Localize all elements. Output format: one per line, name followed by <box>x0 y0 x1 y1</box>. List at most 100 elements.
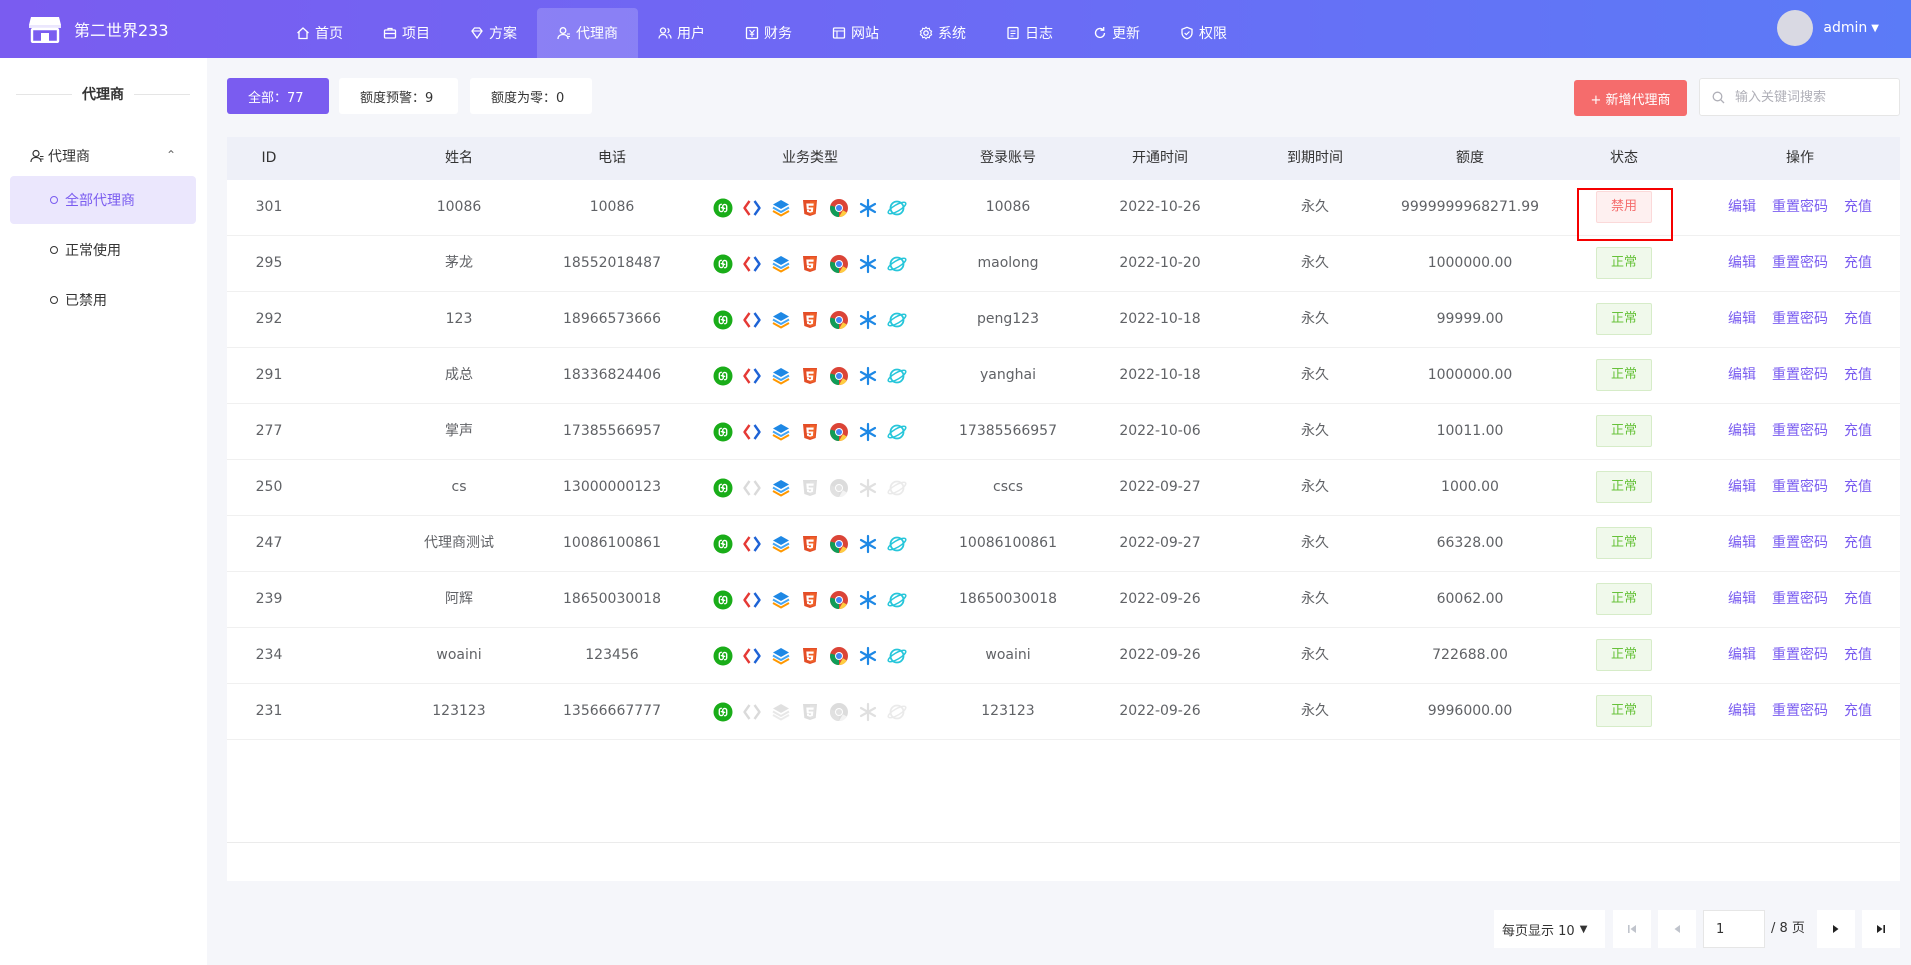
username[interactable]: admin <box>1823 20 1867 36</box>
status-badge[interactable]: 正常 <box>1596 415 1652 447</box>
mini-program-icon[interactable] <box>713 478 733 498</box>
edit-link[interactable]: 编辑 <box>1728 311 1756 327</box>
asterisk-icon[interactable] <box>858 422 878 442</box>
sidebar-item-all-agents[interactable]: 全部代理商 <box>10 176 196 224</box>
reset-password-link[interactable]: 重置密码 <box>1772 703 1828 719</box>
chrome-icon[interactable] <box>829 254 849 274</box>
asterisk-icon[interactable] <box>858 198 878 218</box>
layers-icon[interactable] <box>771 310 791 330</box>
mini-program-icon[interactable] <box>713 646 733 666</box>
page-number-input[interactable] <box>1703 910 1765 948</box>
recharge-link[interactable]: 充值 <box>1844 255 1872 271</box>
nav-item-7[interactable]: 系统 <box>899 8 986 58</box>
status-badge[interactable]: 正常 <box>1596 471 1652 503</box>
filter-quota-warning[interactable]: 额度预警：9 <box>339 78 458 114</box>
layers-icon[interactable] <box>771 590 791 610</box>
chrome-icon[interactable] <box>829 422 849 442</box>
layers-icon[interactable] <box>771 534 791 554</box>
planet-icon[interactable] <box>887 534 907 554</box>
status-badge[interactable]: 禁用 <box>1596 191 1652 223</box>
edit-link[interactable]: 编辑 <box>1728 423 1756 439</box>
sidebar-group-agents[interactable]: 代理商 ⌃ <box>10 138 196 174</box>
nav-item-2[interactable]: 方案 <box>450 8 537 58</box>
recharge-link[interactable]: 充值 <box>1844 199 1872 215</box>
html5-icon[interactable] <box>800 310 820 330</box>
asterisk-icon[interactable] <box>858 590 878 610</box>
mini-program-icon[interactable] <box>713 310 733 330</box>
edit-link[interactable]: 编辑 <box>1728 647 1756 663</box>
last-page-button[interactable] <box>1862 910 1900 948</box>
mini-program-icon[interactable] <box>713 198 733 218</box>
edit-link[interactable]: 编辑 <box>1728 199 1756 215</box>
edit-link[interactable]: 编辑 <box>1728 255 1756 271</box>
filter-quota-zero[interactable]: 额度为零：0 <box>470 78 592 114</box>
planet-icon[interactable] <box>887 310 907 330</box>
asterisk-icon[interactable] <box>858 478 878 498</box>
planet-icon[interactable] <box>887 254 907 274</box>
per-page-select[interactable]: 每页显示 10 ▼ <box>1494 910 1605 948</box>
recharge-link[interactable]: 充值 <box>1844 647 1872 663</box>
recharge-link[interactable]: 充值 <box>1844 479 1872 495</box>
nav-item-1[interactable]: 项目 <box>363 8 450 58</box>
planet-icon[interactable] <box>887 702 907 722</box>
recharge-link[interactable]: 充值 <box>1844 703 1872 719</box>
planet-icon[interactable] <box>887 422 907 442</box>
chrome-icon[interactable] <box>829 478 849 498</box>
html5-icon[interactable] <box>800 478 820 498</box>
search-box[interactable] <box>1699 78 1900 116</box>
recharge-link[interactable]: 充值 <box>1844 591 1872 607</box>
status-badge[interactable]: 正常 <box>1596 247 1652 279</box>
html5-icon[interactable] <box>800 646 820 666</box>
sidebar-item-disabled-agents[interactable]: 已禁用 <box>10 276 196 324</box>
edit-link[interactable]: 编辑 <box>1728 703 1756 719</box>
reset-password-link[interactable]: 重置密码 <box>1772 255 1828 271</box>
reset-password-link[interactable]: 重置密码 <box>1772 367 1828 383</box>
planet-icon[interactable] <box>887 590 907 610</box>
code-bracket-icon[interactable] <box>742 422 762 442</box>
nav-item-5[interactable]: 财务 <box>725 8 812 58</box>
asterisk-icon[interactable] <box>858 254 878 274</box>
html5-icon[interactable] <box>800 702 820 722</box>
reset-password-link[interactable]: 重置密码 <box>1772 647 1828 663</box>
html5-icon[interactable] <box>800 422 820 442</box>
reset-password-link[interactable]: 重置密码 <box>1772 591 1828 607</box>
chrome-icon[interactable] <box>829 366 849 386</box>
asterisk-icon[interactable] <box>858 646 878 666</box>
mini-program-icon[interactable] <box>713 366 733 386</box>
chevron-down-icon[interactable]: ▼ <box>1871 23 1879 34</box>
chrome-icon[interactable] <box>829 702 849 722</box>
asterisk-icon[interactable] <box>858 366 878 386</box>
asterisk-icon[interactable] <box>858 310 878 330</box>
status-badge[interactable]: 正常 <box>1596 639 1652 671</box>
html5-icon[interactable] <box>800 590 820 610</box>
recharge-link[interactable]: 充值 <box>1844 423 1872 439</box>
layers-icon[interactable] <box>771 422 791 442</box>
prev-page-button[interactable] <box>1658 910 1696 948</box>
chrome-icon[interactable] <box>829 590 849 610</box>
chrome-icon[interactable] <box>829 646 849 666</box>
html5-icon[interactable] <box>800 198 820 218</box>
nav-item-3[interactable]: 代理商 <box>537 8 638 58</box>
filter-all[interactable]: 全部：77 <box>227 78 329 114</box>
html5-icon[interactable] <box>800 366 820 386</box>
edit-link[interactable]: 编辑 <box>1728 591 1756 607</box>
layers-icon[interactable] <box>771 478 791 498</box>
code-bracket-icon[interactable] <box>742 534 762 554</box>
nav-item-4[interactable]: 用户 <box>638 8 725 58</box>
code-bracket-icon[interactable] <box>742 198 762 218</box>
recharge-link[interactable]: 充值 <box>1844 311 1872 327</box>
search-input[interactable] <box>1735 89 1895 105</box>
status-badge[interactable]: 正常 <box>1596 303 1652 335</box>
layers-icon[interactable] <box>771 198 791 218</box>
code-bracket-icon[interactable] <box>742 478 762 498</box>
status-badge[interactable]: 正常 <box>1596 695 1652 727</box>
edit-link[interactable]: 编辑 <box>1728 479 1756 495</box>
asterisk-icon[interactable] <box>858 702 878 722</box>
nav-item-9[interactable]: 更新 <box>1073 8 1160 58</box>
code-bracket-icon[interactable] <box>742 310 762 330</box>
brand[interactable]: 第二世界233 <box>28 14 169 44</box>
reset-password-link[interactable]: 重置密码 <box>1772 479 1828 495</box>
recharge-link[interactable]: 充值 <box>1844 535 1872 551</box>
mini-program-icon[interactable] <box>713 422 733 442</box>
sidebar-item-active-agents[interactable]: 正常使用 <box>10 226 196 274</box>
